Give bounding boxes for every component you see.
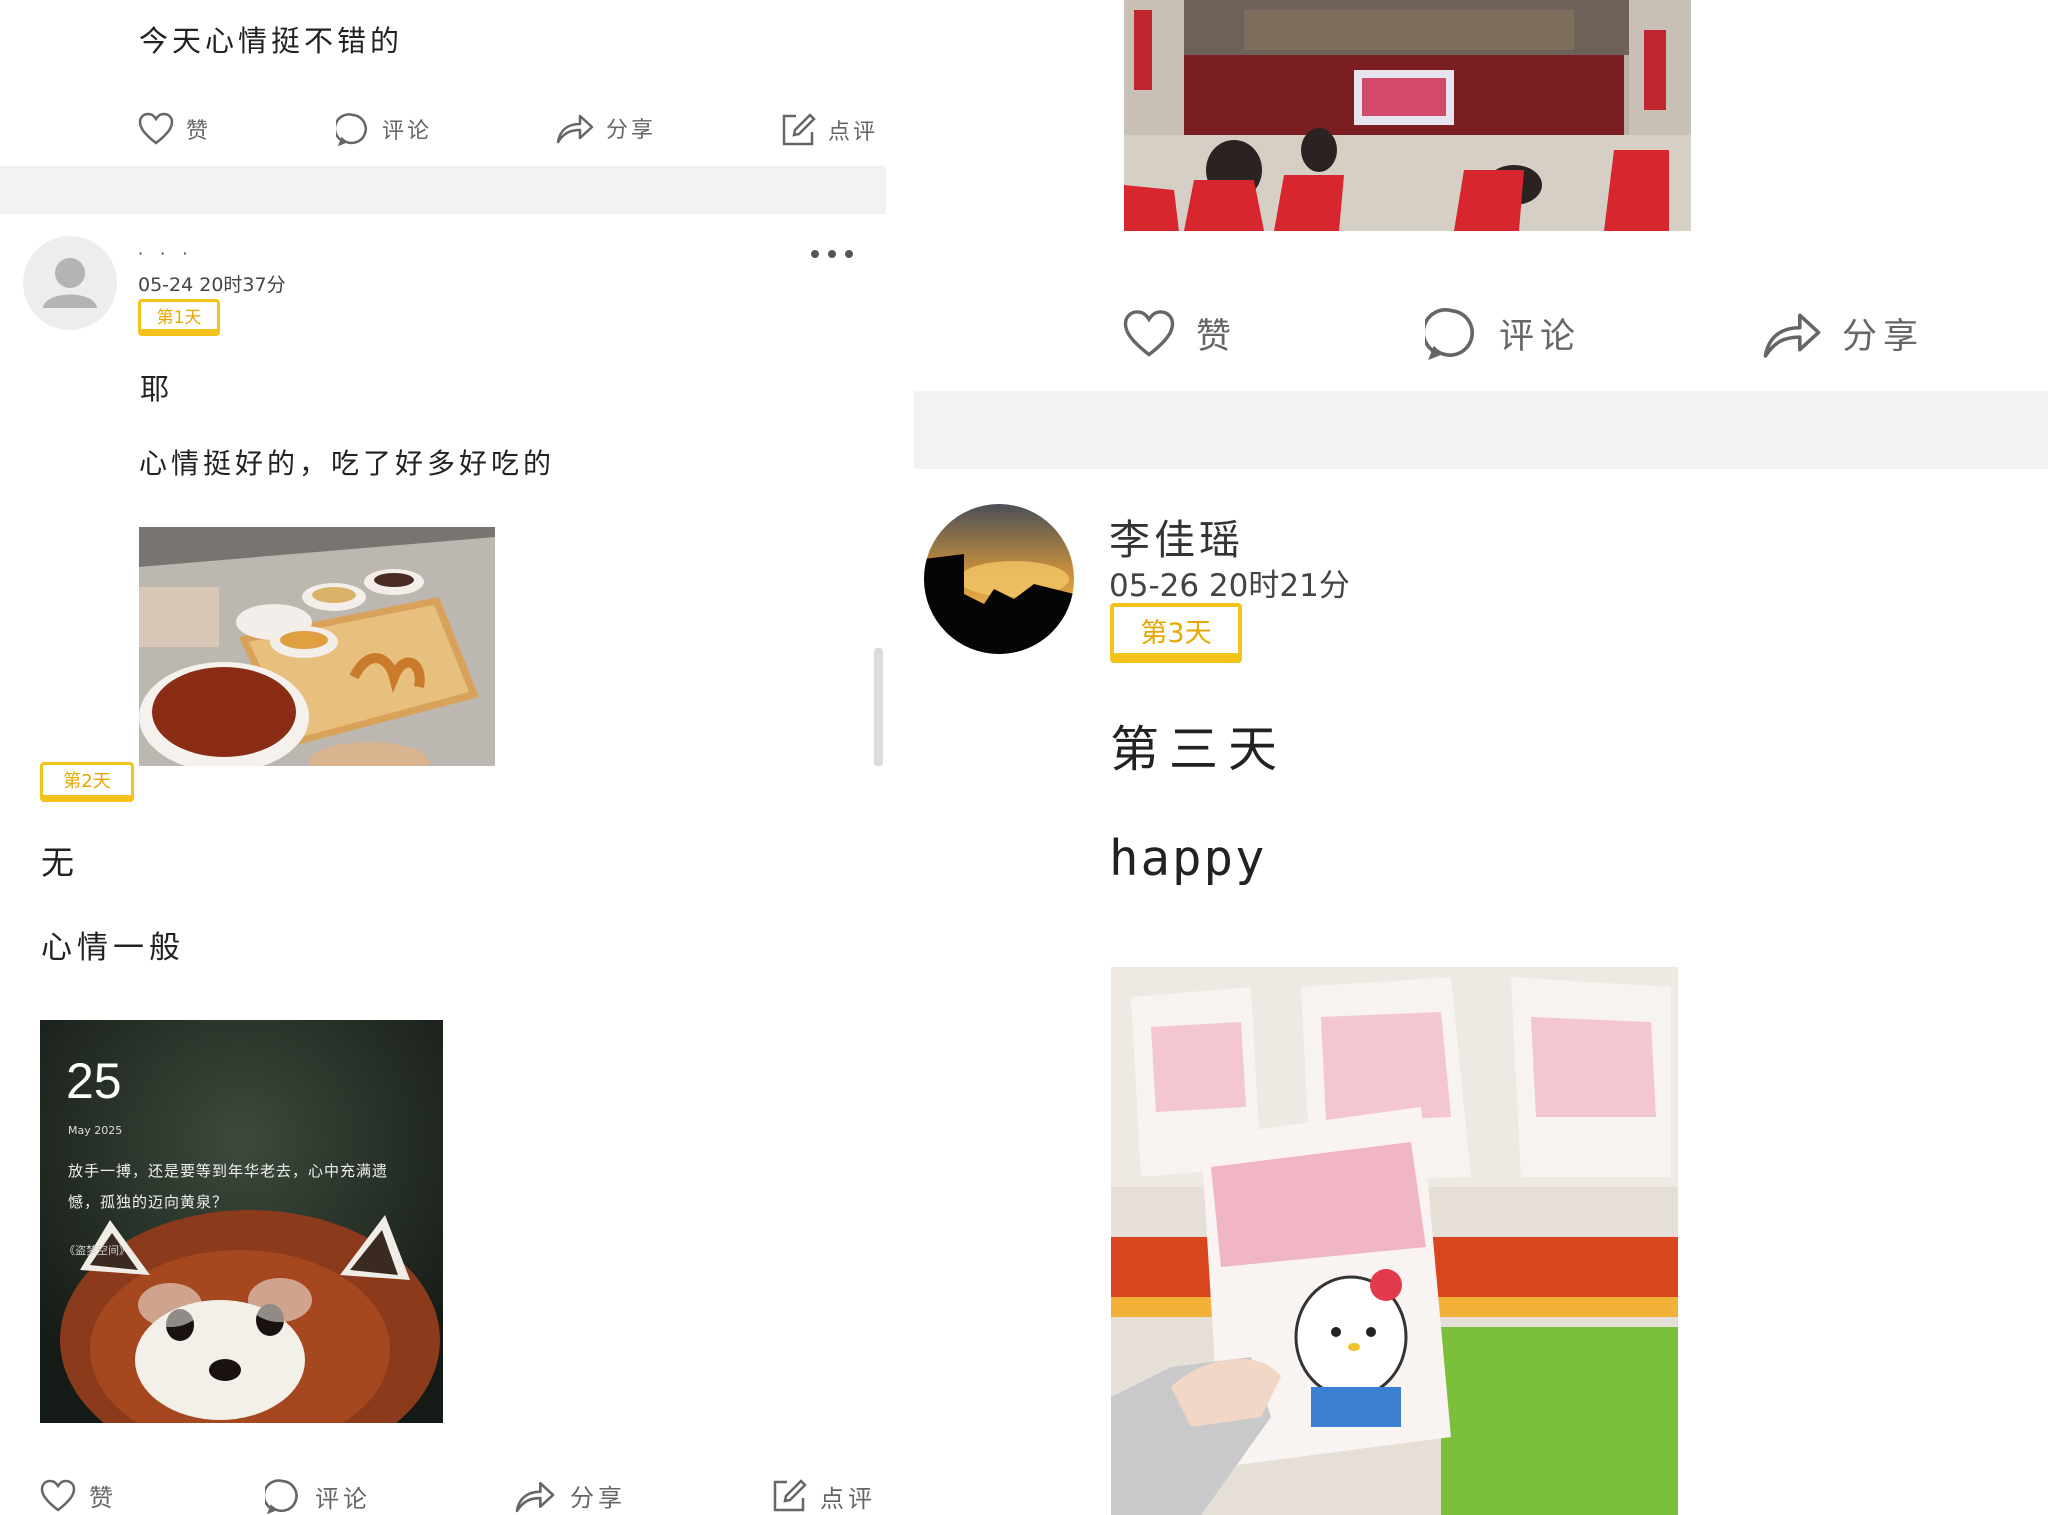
username[interactable]: 李佳瑶	[1109, 506, 1244, 566]
card-source: 《盗梦空间》	[64, 1244, 130, 1257]
snack-photo[interactable]	[1111, 967, 1678, 1515]
post-body: 今天心情挺不错的	[139, 24, 404, 58]
share-arrow-icon	[556, 112, 594, 144]
like-label: 赞	[89, 1484, 113, 1512]
day-badge: 第3天	[1110, 603, 1242, 657]
like-button[interactable]: 赞	[1122, 308, 1231, 359]
like-button[interactable]: 赞	[138, 112, 208, 146]
username[interactable]: · · ·	[138, 244, 193, 263]
food-photo[interactable]	[139, 527, 495, 766]
post-timestamp: 05-24 20时37分	[138, 274, 286, 296]
share-button[interactable]: 分享	[1762, 308, 1924, 359]
like-label: 赞	[1196, 317, 1232, 357]
comment-bubble-icon	[1425, 306, 1479, 360]
red-panda-quote-card[interactable]: 25 May 2025 放手一搏，还是要等到年华老去，心中充满遗憾，孤独的迈向黄…	[40, 1020, 443, 1423]
card-day: 25	[66, 1053, 122, 1109]
card-quote: 放手一搏，还是要等到年华老去，心中充满遗憾，孤独的迈向黄泉？	[68, 1162, 389, 1211]
share-button[interactable]: 分享	[556, 112, 656, 144]
edit-icon	[780, 112, 816, 148]
review-label: 点评	[828, 120, 879, 145]
default-user-icon	[43, 258, 97, 308]
day-badge: 第1天	[138, 299, 220, 332]
post-title: 耶	[140, 372, 170, 406]
post-body: happy	[1109, 830, 1267, 887]
comment-label: 评论	[382, 119, 433, 144]
share-arrow-icon	[1762, 309, 1822, 359]
review-button[interactable]: 点评	[780, 112, 878, 148]
avatar[interactable]	[924, 504, 1074, 654]
card-month: May 2025	[68, 1124, 123, 1137]
edit-icon	[770, 1478, 808, 1514]
more-options-icon[interactable]	[811, 250, 853, 258]
day-badge: 第2天	[40, 762, 134, 798]
post-separator	[914, 391, 2048, 469]
share-label: 分享	[570, 1484, 626, 1512]
like-label: 赞	[186, 119, 209, 144]
comment-label: 评论	[315, 1484, 371, 1513]
avatar-placeholder[interactable]	[23, 236, 117, 330]
heart-icon	[1122, 309, 1176, 359]
share-arrow-icon	[514, 1479, 556, 1513]
review-button[interactable]: 点评	[770, 1478, 876, 1514]
post-timestamp: 05-26 20时21分	[1109, 568, 1350, 604]
share-button[interactable]: 分享	[514, 1478, 626, 1513]
post-title: 第三天	[1110, 721, 1288, 778]
post-title: 无	[41, 843, 74, 882]
comment-label: 评论	[1499, 316, 1582, 357]
comment-button[interactable]: 评论	[1425, 306, 1581, 360]
comment-button[interactable]: 评论	[336, 112, 432, 146]
post-body: 心情挺好的，吃了好多好吃的	[139, 447, 556, 480]
share-label: 分享	[606, 118, 657, 143]
like-button[interactable]: 赞	[39, 1478, 113, 1513]
comment-bubble-icon	[336, 112, 370, 146]
auditorium-photo[interactable]	[1124, 0, 1691, 231]
comment-button[interactable]: 评论	[265, 1478, 371, 1514]
scrollbar-thumb[interactable]	[874, 648, 883, 766]
review-label: 点评	[820, 1484, 876, 1513]
heart-icon	[39, 1479, 77, 1513]
heart-icon	[138, 112, 174, 146]
post-separator	[0, 166, 886, 214]
post-body: 心情一般	[41, 930, 185, 966]
share-label: 分享	[1842, 317, 1925, 357]
comment-bubble-icon	[265, 1478, 301, 1514]
